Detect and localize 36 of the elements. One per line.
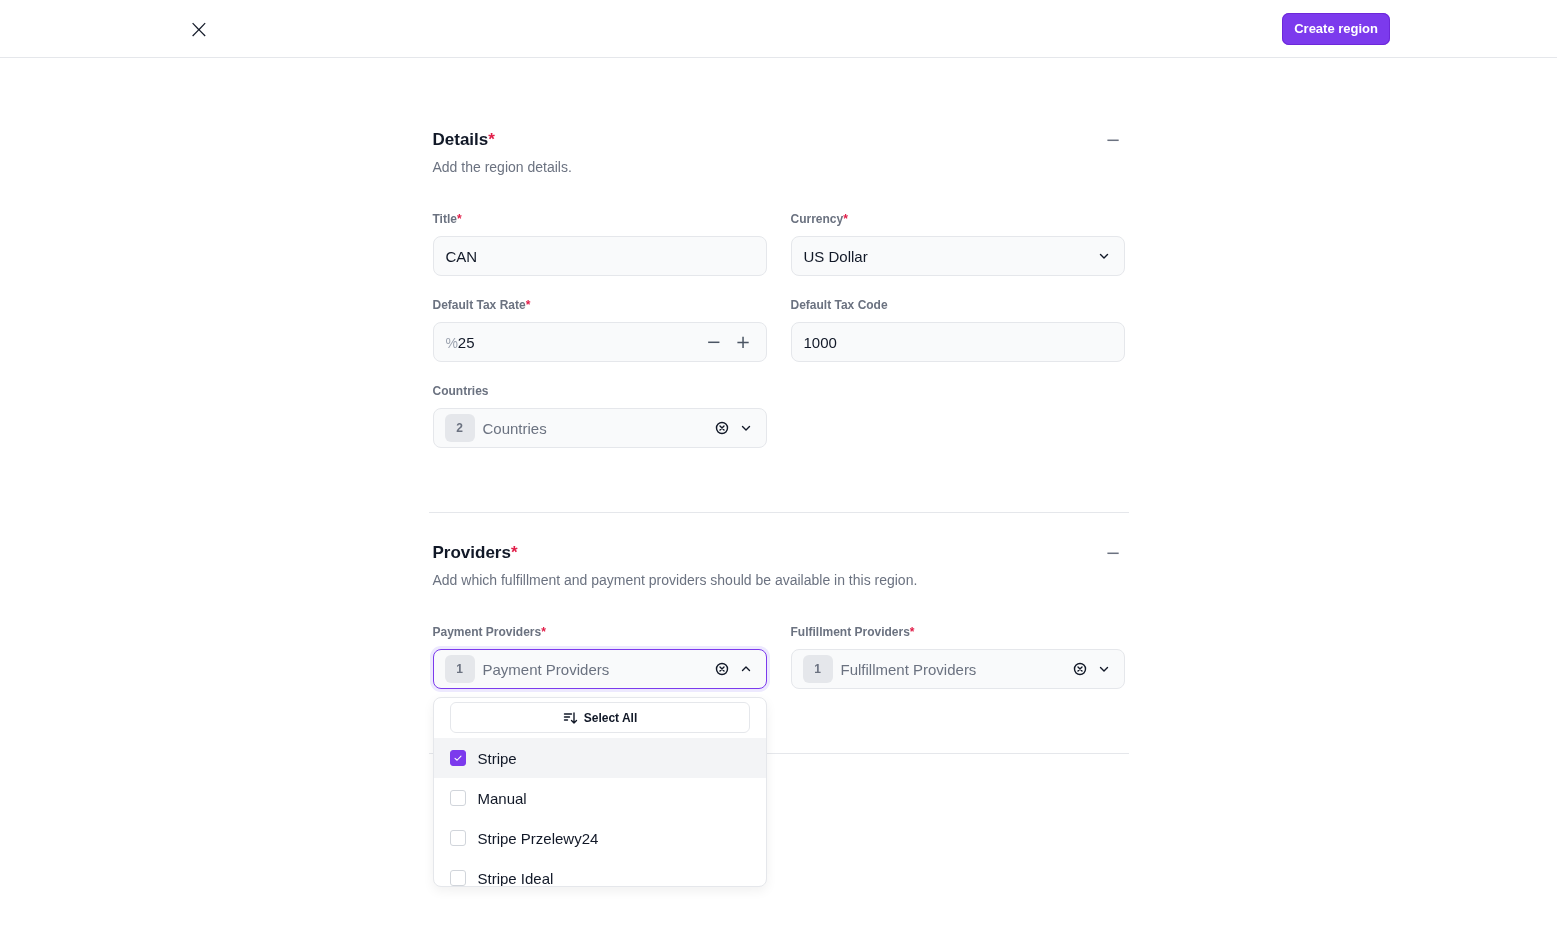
field-label: Countries [432, 384, 490, 398]
field-label: Payment Providers* [432, 625, 547, 639]
multiselect-field[interactable]: 2 Countries [432, 408, 767, 448]
text-field[interactable]: CAN [432, 236, 767, 276]
close-button[interactable]: × [186, 18, 212, 39]
section-description: Add the region details. [432, 159, 573, 175]
multiselect-field[interactable]: 1 Fulfillment Providers [790, 649, 1125, 689]
select-field[interactable]: US Dollar [790, 236, 1125, 276]
field-label: Fulfillment Providers* [790, 625, 916, 639]
increment-button[interactable]: + [732, 333, 754, 351]
section-title: Details* [432, 129, 495, 150]
number-field[interactable]: %25 − + [432, 322, 767, 362]
create-region-button[interactable]: Create region [1282, 12, 1390, 45]
clear-icon[interactable] [713, 420, 730, 436]
section-description: Add which fulfillment and payment providers should be available in this region. [432, 572, 919, 588]
field-label: Title* [432, 212, 463, 226]
collapse-button[interactable]: − [1101, 542, 1125, 563]
field-label: Currency* [790, 212, 849, 226]
option-item[interactable]: Stripe [433, 738, 766, 778]
section-title: Providers* [432, 542, 518, 563]
count-badge: 2 [444, 414, 475, 442]
count-badge: 1 [802, 655, 833, 683]
field-label: Default Tax Rate* [432, 298, 532, 312]
option-item[interactable]: Stripe Przelewy24 [433, 818, 766, 858]
option-item[interactable]: Manual [433, 778, 766, 818]
select-all-button[interactable]: Select All [449, 702, 750, 733]
clear-icon[interactable] [713, 661, 730, 677]
decrement-button[interactable]: − [703, 333, 725, 351]
checkbox[interactable] [449, 750, 466, 766]
sort-icon [561, 709, 578, 726]
count-badge: 1 [444, 655, 475, 683]
option-item[interactable]: Stripe Ideal [433, 858, 766, 886]
field-label: Default Tax Code [790, 298, 889, 312]
text-field[interactable]: 1000 [790, 322, 1125, 362]
collapse-button[interactable]: − [1101, 129, 1125, 150]
clear-icon[interactable] [1071, 661, 1088, 677]
